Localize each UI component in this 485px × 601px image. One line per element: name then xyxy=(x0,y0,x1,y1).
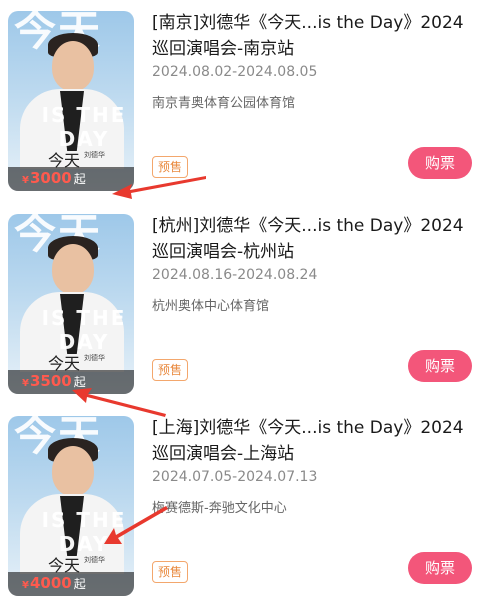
poster-day-text: IS THE DAY xyxy=(41,103,127,151)
event-venue: 南京青奥体育公园体育馆 xyxy=(152,96,296,111)
event-date: 2024.08.02-2024.08.05 xyxy=(152,64,318,80)
event-venue: 杭州奥体中心体育馆 xyxy=(152,299,270,314)
event-poster[interactable]: 今天 IS THE DAY 今天 刘德华 ¥3500 起 xyxy=(8,214,134,394)
event-card-hangzhou[interactable]: 今天 IS THE DAY 今天 刘德华 ¥3500 起 [杭州]刘德华《今天..… xyxy=(0,203,485,398)
event-title[interactable]: [南京]刘德华《今天...is the Day》2024巡回演唱会-南京站 xyxy=(152,10,472,62)
buy-ticket-button[interactable]: 购票 xyxy=(408,147,472,179)
currency-symbol: ¥ xyxy=(22,580,29,591)
price-label: ¥4000 起 xyxy=(22,574,86,592)
annotation-arrow-icon xyxy=(104,506,168,544)
price-value: 3500 xyxy=(29,372,72,390)
poster-face xyxy=(52,244,94,294)
poster-face xyxy=(52,41,94,91)
presale-tag: 预售 xyxy=(152,359,188,381)
buy-ticket-button[interactable]: 购票 xyxy=(408,552,472,584)
event-date: 2024.08.16-2024.08.24 xyxy=(152,267,318,283)
price-value: 4000 xyxy=(29,574,72,592)
poster-artist: 刘德华 xyxy=(84,556,105,564)
price-suffix: 起 xyxy=(73,577,86,591)
poster-face xyxy=(52,446,94,496)
price-label: ¥3000 起 xyxy=(22,169,86,187)
event-card-nanjing[interactable]: 今天 IS THE DAY 今天 刘德华 ¥3000 起 [南京]刘德华《今天..… xyxy=(0,0,485,195)
poster-day-text: IS THE DAY xyxy=(41,306,127,354)
event-title[interactable]: [上海]刘德华《今天...is the Day》2024巡回演唱会-上海站 xyxy=(152,415,472,467)
poster-artist: 刘德华 xyxy=(84,151,105,159)
price-value: 3000 xyxy=(29,169,72,187)
event-venue: 梅赛德斯-奔驰文化中心 xyxy=(152,501,287,516)
presale-tag: 预售 xyxy=(152,561,188,583)
event-poster[interactable]: 今天 IS THE DAY 今天 刘德华 ¥3000 起 xyxy=(8,11,134,191)
event-date: 2024.07.05-2024.07.13 xyxy=(152,469,318,485)
event-card-shanghai[interactable]: 今天 IS THE DAY 今天 刘德华 ¥4000 起 [上海]刘德华《今天..… xyxy=(0,405,485,600)
currency-symbol: ¥ xyxy=(22,175,29,186)
event-title[interactable]: [杭州]刘德华《今天...is the Day》2024巡回演唱会-杭州站 xyxy=(152,213,472,265)
annotation-arrow-icon xyxy=(112,176,206,199)
currency-symbol: ¥ xyxy=(22,378,29,389)
poster-artist: 刘德华 xyxy=(84,354,105,362)
annotation-arrow-icon xyxy=(72,388,166,417)
buy-ticket-button[interactable]: 购票 xyxy=(408,350,472,382)
price-suffix: 起 xyxy=(73,172,86,186)
